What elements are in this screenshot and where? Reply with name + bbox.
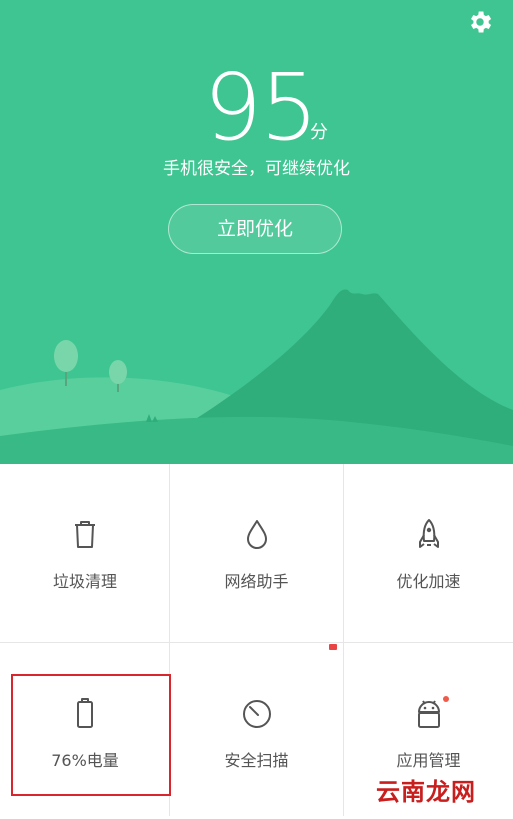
tile-label: 垃圾清理	[52, 572, 117, 591]
tile-label: 优化加速	[396, 572, 461, 591]
security-score: 95	[203, 54, 318, 161]
tile-label: 应用管理	[396, 751, 461, 770]
notification-badge	[329, 644, 337, 650]
tile-security-scan[interactable]: 安全扫描	[170, 643, 343, 819]
score-unit: 分	[310, 122, 328, 143]
trash-icon	[75, 521, 95, 548]
optimize-now-button[interactable]: 立即优化	[168, 204, 342, 254]
security-status-text: 手机很安全，可继续优化	[163, 159, 350, 179]
tile-speed-up[interactable]: 优化加速	[344, 464, 513, 640]
rocket-icon	[418, 519, 439, 548]
android-icon	[417, 700, 440, 728]
watermark-text: 云南龙网	[376, 777, 476, 806]
settings-gear-icon[interactable]	[466, 8, 494, 36]
tile-label: 网络助手	[224, 572, 289, 591]
notification-dot	[443, 696, 449, 702]
tile-label: 安全扫描	[224, 751, 289, 770]
highlight-box	[11, 674, 171, 796]
tile-network-assistant[interactable]: 网络助手	[170, 464, 343, 640]
scan-icon	[242, 700, 271, 728]
tile-junk-clean[interactable]: 垃圾清理	[0, 464, 170, 640]
hero-panel: 95 分 手机很安全，可继续优化 立即优化	[0, 0, 513, 464]
droplet-icon	[246, 520, 267, 549]
